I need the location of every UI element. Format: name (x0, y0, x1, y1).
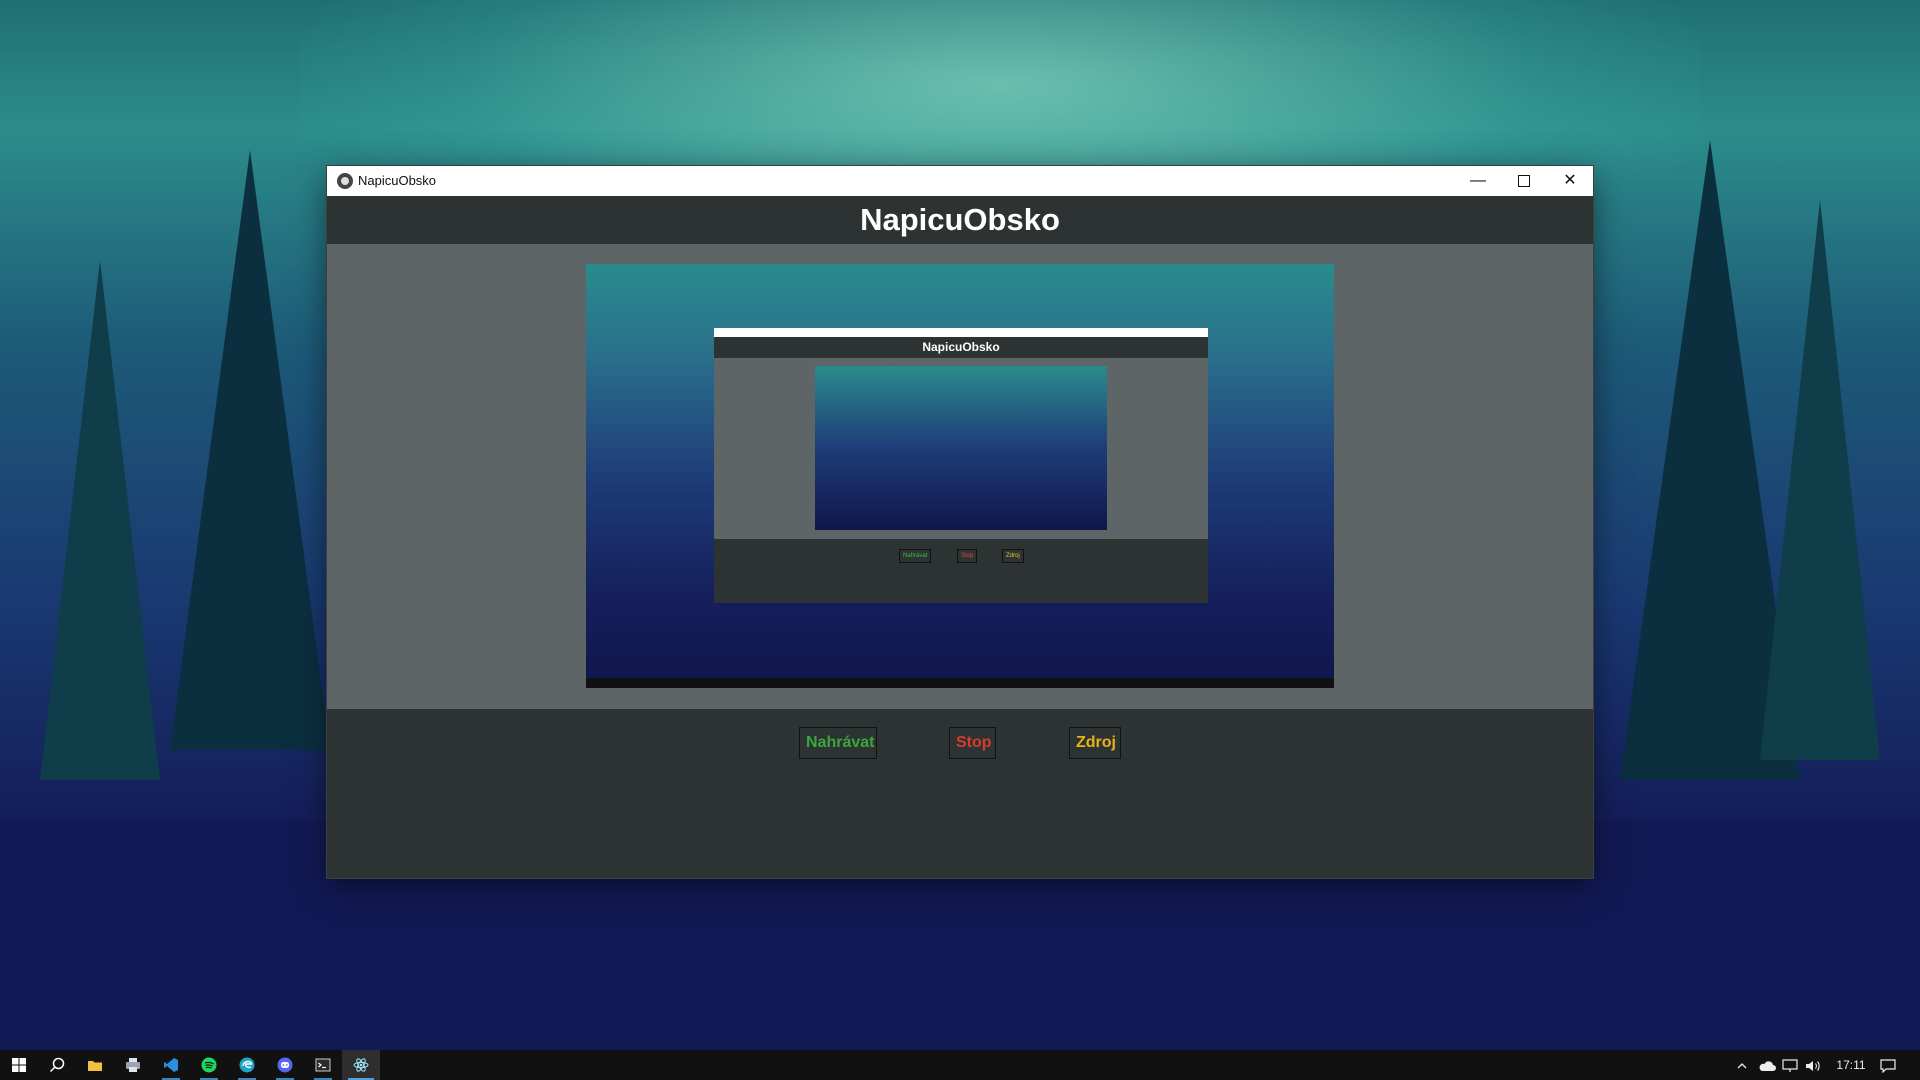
discord-icon (277, 1057, 293, 1073)
maximize-icon (1518, 174, 1530, 187)
screen-preview-image: NapicuObsko Nahrávat Stop Zdroj (586, 264, 1334, 688)
close-button[interactable]: ✕ (1547, 166, 1593, 196)
app-window: NapicuObsko — ✕ NapicuObsko NapicuObsko … (327, 166, 1593, 878)
electron-app-icon (353, 1058, 369, 1072)
nested-stop-button: Stop (957, 549, 978, 563)
taskbar-file-explorer[interactable] (76, 1050, 114, 1080)
minimize-icon: — (1470, 172, 1486, 189)
nested-preview-area (714, 358, 1208, 539)
app-heading: NapicuObsko (860, 202, 1060, 237)
taskbar-vscode[interactable] (152, 1050, 190, 1080)
record-button[interactable]: Nahrávat (799, 727, 877, 759)
clock[interactable]: 17:11 (1830, 1050, 1872, 1080)
nested-taskbar (586, 678, 1334, 688)
window-titlebar[interactable]: NapicuObsko — ✕ (327, 166, 1593, 197)
app-icon (337, 173, 353, 189)
maximize-button[interactable] (1501, 166, 1547, 196)
volume-icon[interactable] (1805, 1050, 1821, 1080)
taskbar-napicuobsko[interactable] (342, 1050, 380, 1080)
taskbar: 17:11 (0, 1050, 1920, 1080)
vscode-icon (164, 1058, 178, 1072)
taskbar-printer[interactable] (114, 1050, 152, 1080)
taskbar-terminal[interactable] (304, 1050, 342, 1080)
taskbar-discord[interactable] (266, 1050, 304, 1080)
onedrive-icon[interactable] (1758, 1050, 1776, 1080)
wallpaper-tree (170, 150, 330, 750)
source-button[interactable]: Zdroj (1069, 727, 1121, 759)
nested-source-button: Zdroj (1002, 549, 1024, 563)
start-button[interactable] (0, 1050, 38, 1080)
nested-heading: NapicuObsko (922, 340, 1000, 354)
notification-center-icon[interactable] (1880, 1050, 1896, 1080)
nested-app-window: NapicuObsko Nahrávat Stop Zdroj (714, 328, 1208, 603)
search-icon (49, 1057, 65, 1073)
network-icon[interactable] (1782, 1050, 1798, 1080)
window-title: NapicuObsko (358, 173, 437, 188)
taskbar-spotify[interactable] (190, 1050, 228, 1080)
tray-chevron-icon[interactable] (1736, 1050, 1748, 1080)
nested-record-button: Nahrávat (899, 549, 932, 563)
nested-titlebar (714, 328, 1208, 337)
app-header: NapicuObsko (327, 196, 1593, 244)
file-explorer-icon (88, 1061, 102, 1071)
close-icon: ✕ (1563, 172, 1577, 189)
printer-icon (126, 1058, 140, 1072)
taskbar-edge[interactable] (228, 1050, 266, 1080)
controls-area: Nahrávat Stop Zdroj (327, 709, 1593, 878)
screen-preview-area: NapicuObsko Nahrávat Stop Zdroj (327, 244, 1593, 709)
spotify-icon (201, 1057, 217, 1073)
minimize-button[interactable]: — (1455, 166, 1501, 196)
wallpaper-tree (1760, 200, 1880, 760)
search-button[interactable] (38, 1050, 76, 1080)
nested-preview-image (815, 366, 1107, 530)
start-icon (12, 1058, 26, 1072)
wallpaper-tree (40, 260, 160, 780)
stop-button[interactable]: Stop (949, 727, 996, 759)
terminal-icon (315, 1058, 331, 1072)
edge-icon (239, 1057, 255, 1073)
